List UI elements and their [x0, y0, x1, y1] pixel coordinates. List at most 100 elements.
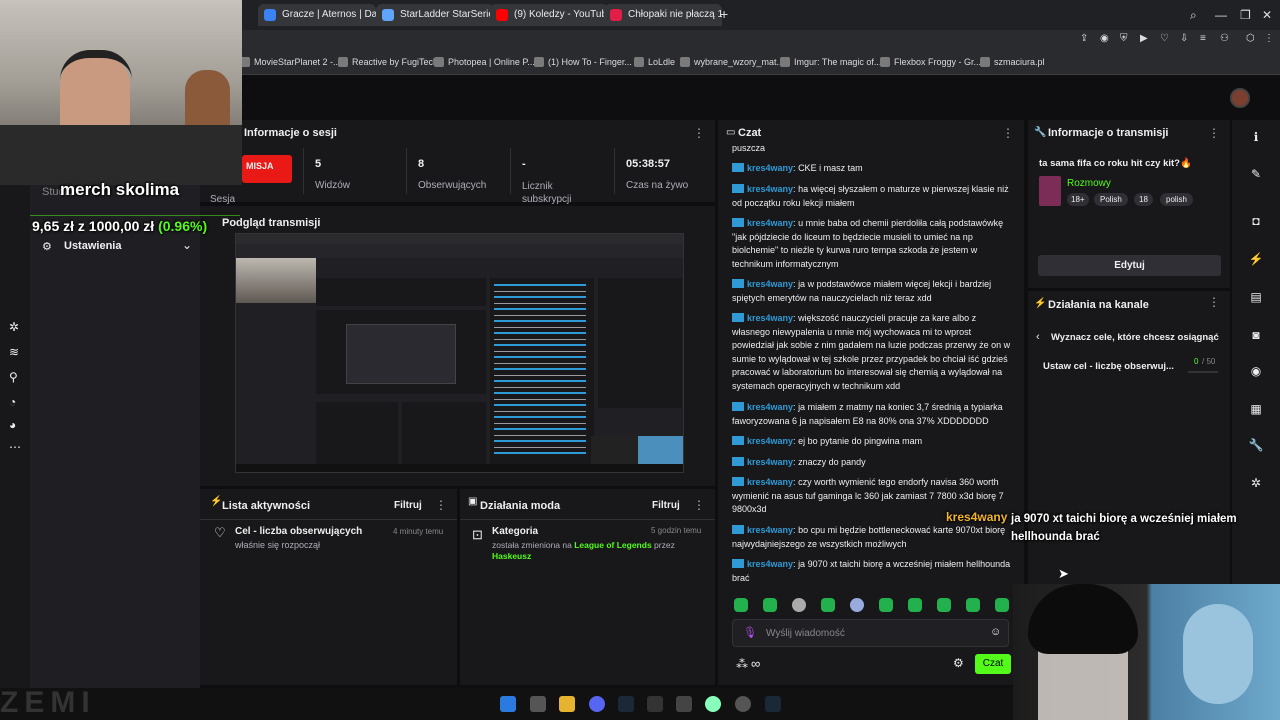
filter-button[interactable]: Filtruj [394, 500, 422, 511]
more-options-icon[interactable]: ⋮ [1208, 126, 1220, 140]
chat-username[interactable]: kres4wany [747, 184, 793, 194]
lightning-icon[interactable]: ⚡ [1248, 252, 1264, 268]
minimize-icon[interactable]: — [1215, 8, 1227, 22]
steam-icon[interactable] [618, 696, 634, 712]
browser-tab[interactable]: StarLadder StarSeries Fa [376, 4, 494, 26]
search-icon[interactable]: ⌕ [1190, 8, 1197, 23]
send-chat-button[interactable]: Czat [975, 654, 1011, 674]
chat-icon[interactable]: ◙ [1248, 328, 1264, 344]
chat-username[interactable]: kres4wany [747, 457, 793, 467]
chat-username[interactable]: kres4wany [747, 279, 793, 289]
chat-username[interactable]: kres4wany [747, 402, 793, 412]
shield-icon[interactable]: ⛨ [1120, 33, 1128, 44]
restore-icon[interactable]: ❐ [1240, 8, 1251, 22]
new-tab-icon[interactable]: + [720, 6, 728, 22]
bookmark[interactable]: Flexbox Froggy - Gr... [880, 57, 981, 67]
browser-tab[interactable]: Gracze | Aternos | Darmo [258, 4, 376, 26]
bookmark[interactable]: MovieStarPlanet 2 -... [240, 57, 341, 67]
chat-username[interactable]: kres4wany [747, 559, 793, 569]
emote[interactable] [908, 598, 922, 612]
play-icon[interactable]: ▶ [1140, 33, 1148, 44]
emote[interactable] [821, 598, 835, 612]
edit-button[interactable]: Edytuj [1038, 255, 1221, 276]
emote[interactable] [879, 598, 893, 612]
user-link[interactable]: Haskeusz [492, 551, 531, 561]
wrench-icon[interactable]: 🔧 [1248, 438, 1264, 454]
more-options-icon[interactable]: ⋮ [693, 126, 705, 140]
chat-username[interactable]: kres4wany [747, 477, 793, 487]
steam-icon[interactable] [765, 696, 781, 712]
layers-icon[interactable]: ≋ [9, 345, 19, 359]
stream-preview-video[interactable] [235, 233, 684, 473]
heart-icon[interactable]: ♡ [1160, 33, 1169, 44]
session-label: Sesja [210, 194, 236, 205]
file-explorer-icon[interactable] [559, 696, 575, 712]
document-icon[interactable]: ▤ [1248, 290, 1264, 306]
chat-username[interactable]: kres4wany [747, 163, 793, 173]
gear-icon[interactable]: ⚙ [953, 656, 964, 670]
bookmark[interactable]: LoLdle [634, 57, 675, 67]
bookmark[interactable]: Reactive by FugiTech [338, 57, 438, 67]
share-icon[interactable]: ⇪ [1080, 33, 1088, 44]
chat-username[interactable]: kres4wany [747, 313, 793, 323]
more-options-icon[interactable]: ⋮ [1208, 295, 1220, 309]
task-view-icon[interactable] [530, 696, 546, 712]
windows-start-icon[interactable] [500, 696, 516, 712]
avatar[interactable] [1230, 88, 1250, 108]
goal-item[interactable]: Ustaw cel - liczbę obserwuj... [1043, 361, 1174, 372]
camera-icon[interactable]: ◉ [1100, 33, 1109, 44]
bookmark[interactable]: Imgur: The magic of... [780, 57, 881, 67]
bookmark[interactable]: (1) How To - Finger... [534, 57, 632, 67]
points-icon[interactable]: ⁂ [736, 657, 748, 671]
kick-icon[interactable]: ✲ [1248, 476, 1264, 492]
pen-icon[interactable]: ✎ [1248, 167, 1264, 183]
chat-placeholder: Wyślij wiadomość [766, 628, 845, 639]
layout-icon[interactable]: ▦ [1248, 402, 1264, 418]
emote[interactable] [763, 598, 777, 612]
messenger-icon[interactable]: ◔ [9, 395, 16, 409]
capture-icon[interactable]: ◘ [1248, 214, 1264, 230]
extension-icon[interactable]: ⬡ [1246, 33, 1255, 44]
more-options-icon[interactable]: ⋮ [435, 498, 447, 512]
epic-games-icon[interactable] [647, 696, 663, 712]
app-icon[interactable] [676, 696, 692, 712]
emote[interactable] [995, 598, 1009, 612]
whatsapp-icon[interactable]: ◕ [9, 418, 16, 432]
discord-icon[interactable] [589, 696, 605, 712]
more-options-icon[interactable]: ⋮ [693, 498, 705, 512]
emote[interactable] [850, 598, 864, 612]
emote[interactable] [734, 598, 748, 612]
category-name[interactable]: Rozmowy [1067, 178, 1111, 189]
back-icon[interactable]: ‹ [1036, 331, 1040, 343]
menu-icon[interactable]: ⋮ [1264, 33, 1274, 44]
profile-icon[interactable]: ⚇ [1220, 33, 1229, 44]
more-options-icon[interactable]: ⋮ [1002, 126, 1014, 140]
emote[interactable] [937, 598, 951, 612]
obs-icon[interactable] [735, 696, 751, 712]
info-icon[interactable]: ℹ [1248, 130, 1264, 146]
download-icon[interactable]: ⇩ [1180, 33, 1188, 44]
browser-icon[interactable] [705, 696, 721, 712]
close-icon[interactable]: ✕ [1262, 8, 1272, 22]
more-icon[interactable]: ⋯ [9, 440, 21, 454]
person-icon[interactable]: ⚲ [9, 370, 18, 384]
category-link[interactable]: League of Legends [574, 540, 651, 550]
chat-username[interactable]: kres4wany [747, 436, 793, 446]
chat-username[interactable]: kres4wany [747, 218, 793, 228]
emote[interactable] [792, 598, 806, 612]
kick-icon[interactable]: ✲ [9, 320, 19, 334]
filter-button[interactable]: Filtruj [652, 500, 680, 511]
browser-tab[interactable]: Chłopaki nie płaczą 1080 [604, 4, 722, 26]
browser-tab[interactable]: (9) Koledzy - YouTube [490, 4, 608, 26]
emote[interactable] [966, 598, 980, 612]
bookmark[interactable]: szmaciura.pl [980, 57, 1045, 67]
bookmark[interactable]: wybrane_wzory_mat... [680, 57, 784, 67]
emoji-icon[interactable]: ☺ [990, 626, 1001, 638]
nav-item-settings[interactable]: ⚙ Ustawienia ⌄ [42, 238, 192, 258]
chat-username[interactable]: kres4wany [747, 525, 793, 535]
chat-input[interactable]: 🎙 Wyślij wiadomość ☺ [732, 619, 1009, 647]
microphone-icon[interactable]: 🎙 [743, 626, 757, 639]
broadcast-icon[interactable]: ◉ [1248, 364, 1264, 380]
list-icon[interactable]: ≡ [1200, 33, 1206, 44]
bookmark[interactable]: Photopea | Online P... [434, 57, 535, 67]
